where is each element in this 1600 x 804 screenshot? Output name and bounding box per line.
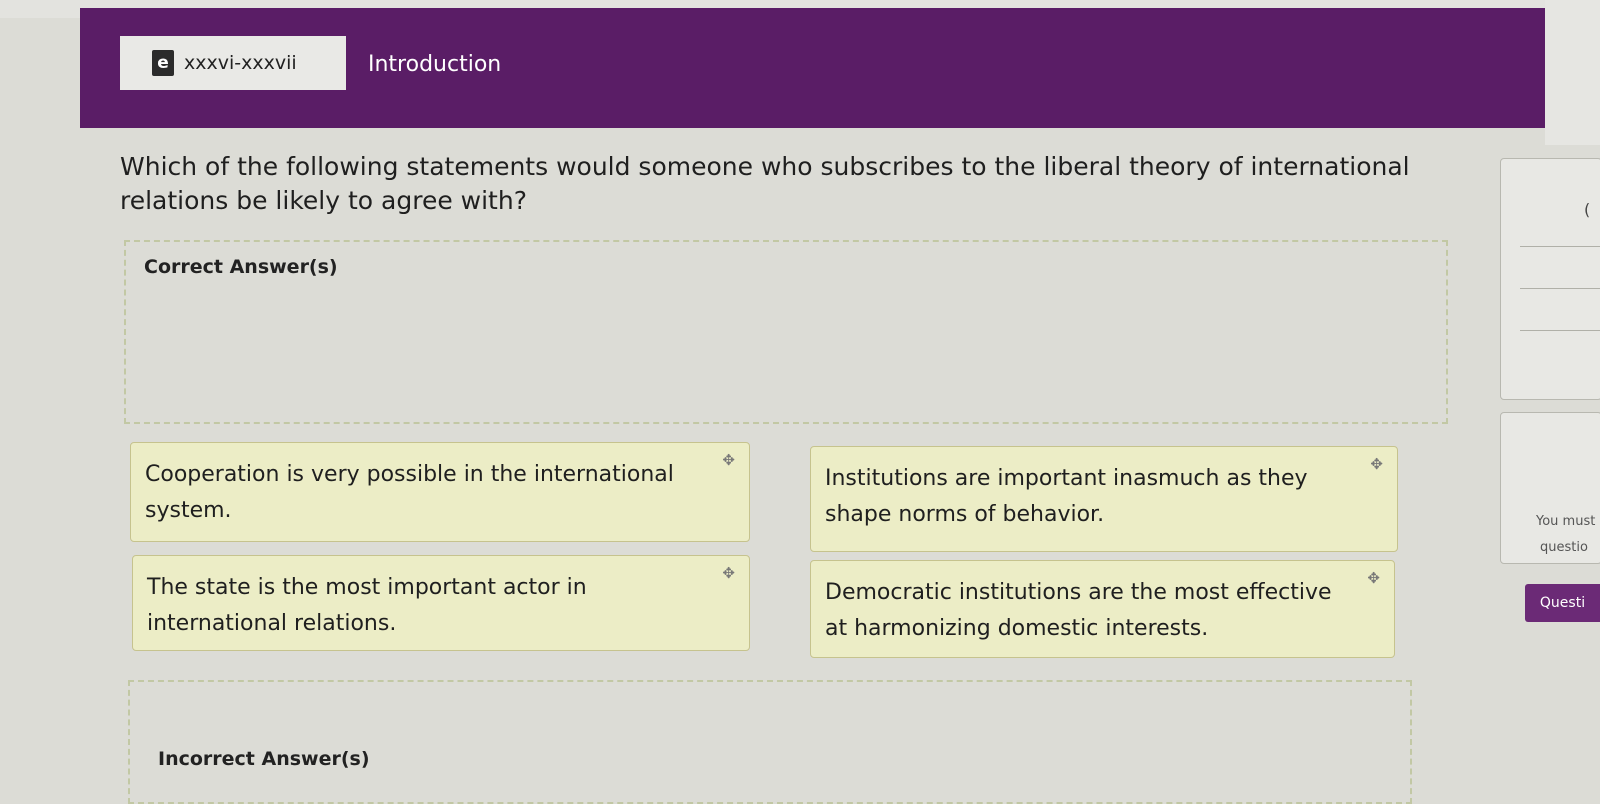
section-chip[interactable]: e xxxvi-xxxvii (120, 36, 346, 90)
side-divider (1520, 288, 1600, 289)
answer-card[interactable]: Institutions are important inasmuch as t… (810, 446, 1398, 552)
side-panel-top (1500, 158, 1600, 400)
answer-card-text: Institutions are important inasmuch as t… (825, 466, 1308, 527)
side-note-line2: questio (1540, 540, 1588, 555)
answer-card[interactable]: Democratic institutions are the most eff… (810, 560, 1395, 658)
answer-card[interactable]: The state is the most important actor in… (132, 555, 750, 651)
incorrect-drop-zone[interactable] (128, 680, 1412, 804)
section-pages: xxxvi-xxxvii (184, 52, 297, 74)
incorrect-zone-label: Incorrect Answer(s) (158, 748, 370, 770)
section-title: Introduction (368, 52, 502, 77)
drag-handle-icon[interactable]: ✥ (722, 451, 735, 469)
drag-handle-icon[interactable]: ✥ (722, 564, 735, 582)
ebook-icon: e (152, 50, 174, 76)
side-divider (1520, 246, 1600, 247)
answer-card[interactable]: Cooperation is very possible in the inte… (130, 442, 750, 542)
side-note-line1: You must (1536, 514, 1596, 529)
correct-zone-label: Correct Answer(s) (144, 256, 338, 278)
header-right-area (1545, 0, 1600, 145)
question-text: Which of the following statements would … (120, 152, 1410, 215)
side-divider (1520, 330, 1600, 331)
questions-button[interactable]: Questi (1525, 584, 1600, 622)
drag-handle-icon[interactable]: ✥ (1370, 455, 1383, 473)
side-bracket: ( (1584, 200, 1591, 219)
drag-handle-icon[interactable]: ✥ (1367, 569, 1380, 587)
answer-card-text: Democratic institutions are the most eff… (825, 580, 1332, 641)
answer-card-text: The state is the most important actor in… (147, 575, 587, 636)
answer-card-text: Cooperation is very possible in the inte… (145, 462, 674, 523)
